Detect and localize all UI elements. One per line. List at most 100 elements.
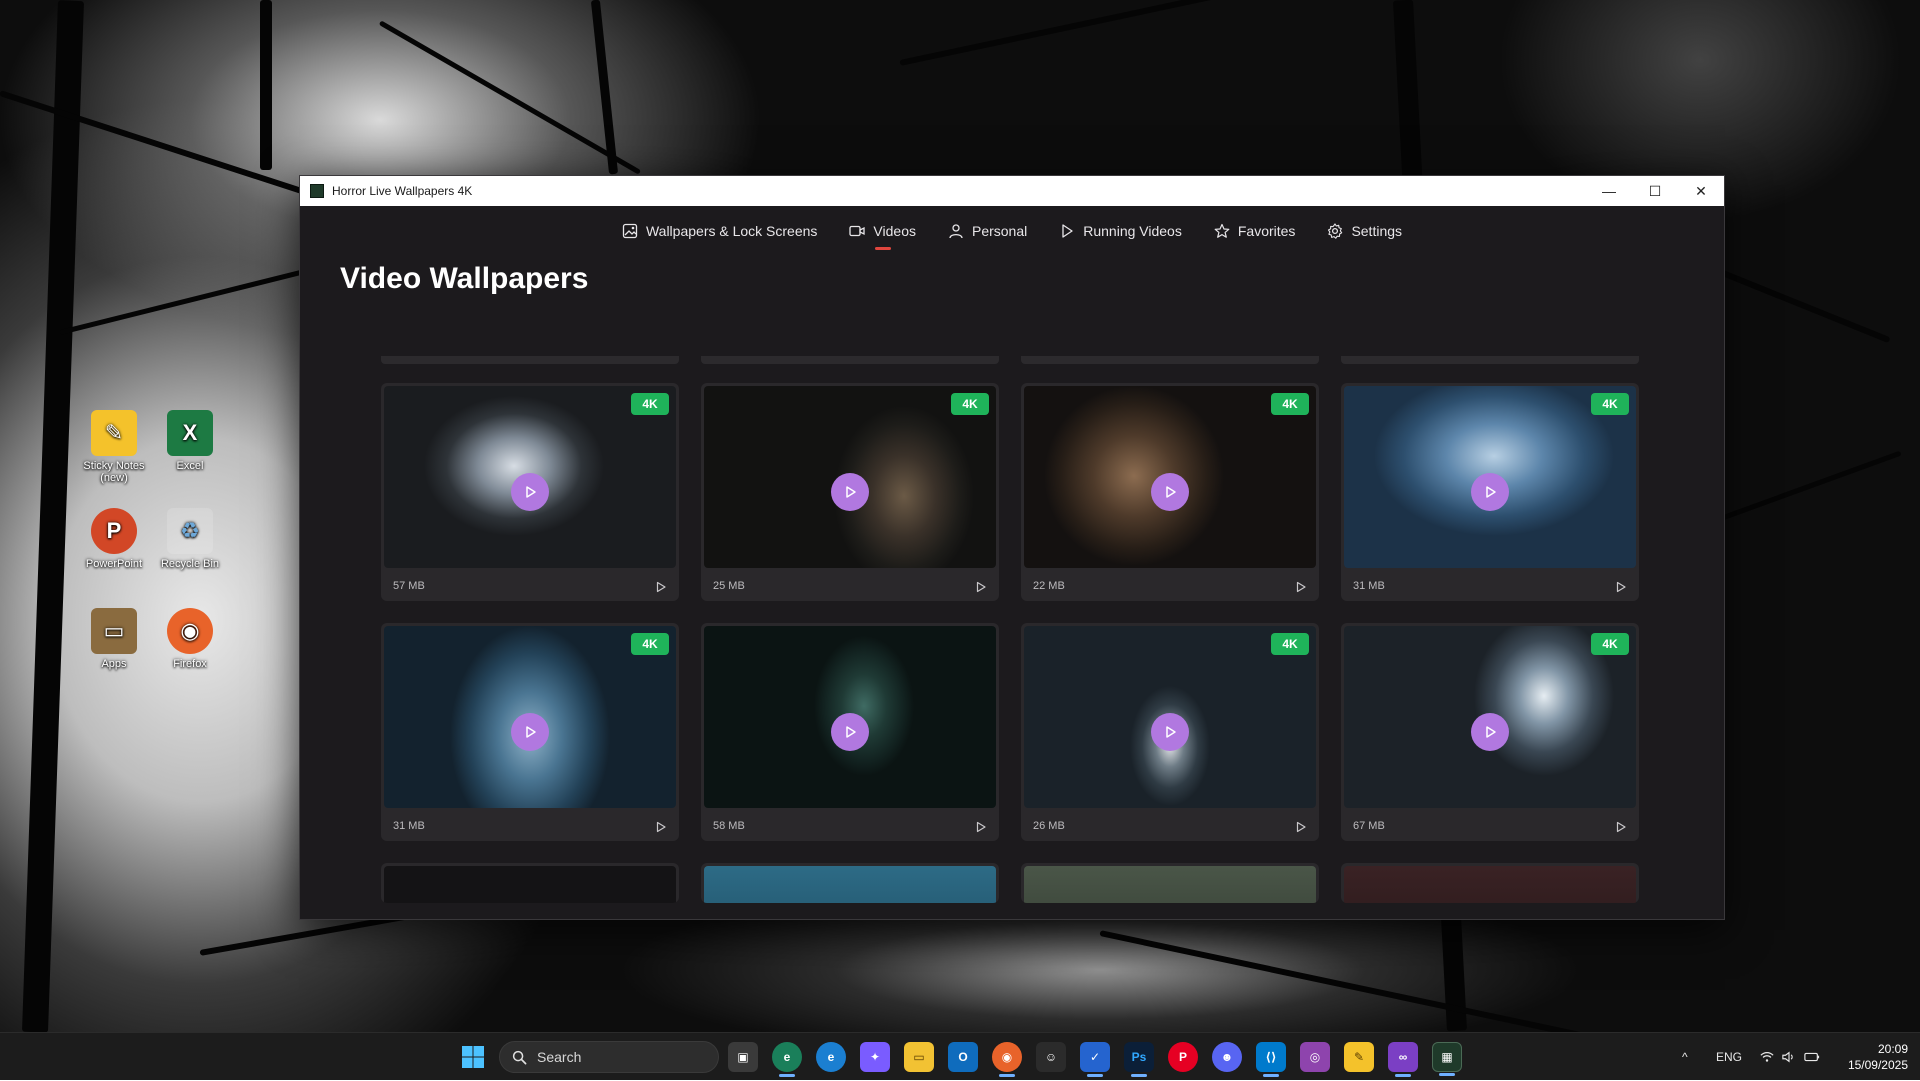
taskbar-sticky-notes[interactable]: ✎ xyxy=(1344,1042,1374,1072)
taskbar-pinterest[interactable]: P xyxy=(1168,1042,1198,1072)
desktop-icon-excel[interactable]: X Excel xyxy=(152,410,228,472)
play-button[interactable] xyxy=(1151,473,1189,511)
taskbar-search[interactable]: Search xyxy=(499,1041,719,1073)
windows-start-icon[interactable] xyxy=(461,1045,485,1069)
card-partial xyxy=(701,356,999,364)
folder-icon: ▭ xyxy=(91,608,137,654)
battery-icon xyxy=(1804,1052,1820,1062)
nav-settings[interactable]: Settings xyxy=(1327,206,1402,256)
card-partial xyxy=(381,356,679,364)
file-size: 25 MB xyxy=(713,580,745,592)
page-title: Video Wallpapers xyxy=(340,262,589,295)
play-icon[interactable] xyxy=(1615,821,1627,833)
video-card[interactable]: 58 MB xyxy=(701,623,999,841)
play-button[interactable] xyxy=(511,473,549,511)
video-card[interactable]: 4K 57 MB xyxy=(381,383,679,601)
file-size: 22 MB xyxy=(1033,580,1065,592)
play-icon[interactable] xyxy=(655,581,667,593)
nav-videos[interactable]: Videos xyxy=(849,206,916,256)
tree-branch xyxy=(260,0,272,170)
desktop-icon-apps[interactable]: ▭ Apps xyxy=(76,608,152,670)
play-icon[interactable] xyxy=(655,821,667,833)
card-partial xyxy=(1021,356,1319,364)
nav-label: Personal xyxy=(971,223,1028,239)
file-size: 67 MB xyxy=(1353,820,1385,832)
taskbar-app-mask[interactable]: ☺ xyxy=(1036,1042,1066,1072)
nav-label: Settings xyxy=(1351,223,1403,239)
maximize-button[interactable]: ☐ xyxy=(1632,176,1678,206)
play-icon[interactable] xyxy=(975,581,987,593)
video-card[interactable]: 4K 22 MB xyxy=(1021,383,1319,601)
play-button[interactable] xyxy=(511,713,549,751)
desktop-icon-powerpoint[interactable]: P PowerPoint xyxy=(76,508,152,570)
taskbar-outlook[interactable]: O xyxy=(948,1042,978,1072)
play-icon[interactable] xyxy=(1615,581,1627,593)
desktop-icon-label: PowerPoint xyxy=(85,558,143,570)
language-indicator[interactable]: ENG xyxy=(1716,1033,1742,1081)
video-thumbnail[interactable] xyxy=(1024,866,1316,903)
nav-running-videos[interactable]: Running Videos xyxy=(1059,206,1182,256)
clock-time: 20:09 xyxy=(1877,1042,1908,1056)
video-card-partial[interactable] xyxy=(1341,863,1639,903)
video-card-partial[interactable] xyxy=(1021,863,1319,903)
play-icon xyxy=(1062,224,1073,238)
taskbar: Search ▣ e e ✦ ▭ O ◉ ☺ ✓ Ps P ☻ ⟨⟩ ◎ ✎ ∞… xyxy=(0,1032,1920,1080)
app-window: Horror Live Wallpapers 4K — ☐ ✕ Wallpape… xyxy=(299,175,1725,920)
title-bar[interactable]: Horror Live Wallpapers 4K — ☐ ✕ xyxy=(300,176,1724,206)
window-title: Horror Live Wallpapers 4K xyxy=(332,184,473,198)
nav-wallpapers-lock-screens[interactable]: Wallpapers & Lock Screens xyxy=(622,206,817,256)
video-card[interactable]: 4K 26 MB xyxy=(1021,623,1319,841)
desktop-icon-label: Recycle Bin xyxy=(160,558,220,570)
video-card-partial[interactable] xyxy=(701,863,999,903)
taskbar-vscode[interactable]: ⟨⟩ xyxy=(1256,1042,1286,1077)
wifi-icon xyxy=(1760,1052,1774,1062)
system-tray-icons[interactable] xyxy=(1760,1033,1820,1081)
taskbar-task-view[interactable]: ▣ xyxy=(728,1042,758,1072)
excel-icon: X xyxy=(167,410,213,456)
nav-personal[interactable]: Personal xyxy=(948,206,1027,256)
tray-overflow-chevron[interactable]: ^ xyxy=(1682,1033,1688,1081)
minimize-button[interactable]: — xyxy=(1586,176,1632,206)
quality-badge: 4K xyxy=(1591,393,1629,415)
play-icon[interactable] xyxy=(975,821,987,833)
top-navigation: Wallpapers & Lock Screens Videos Persona… xyxy=(300,206,1724,256)
powerpoint-icon: P xyxy=(91,508,137,554)
play-button[interactable] xyxy=(1151,713,1189,751)
taskbar-discord[interactable]: ☻ xyxy=(1212,1042,1242,1072)
play-icon[interactable] xyxy=(1295,821,1307,833)
video-card[interactable]: 4K 67 MB xyxy=(1341,623,1639,841)
video-card[interactable]: 4K 31 MB xyxy=(1341,383,1639,601)
taskbar-edge-dev[interactable]: e xyxy=(772,1042,802,1077)
taskbar-firefox[interactable]: ◉ xyxy=(992,1042,1022,1077)
desktop-icon-recycle-bin[interactable]: ♻ Recycle Bin xyxy=(152,508,228,570)
play-icon[interactable] xyxy=(1295,581,1307,593)
video-card[interactable]: 4K 31 MB xyxy=(381,623,679,841)
video-thumbnail[interactable] xyxy=(704,866,996,903)
video-card-partial[interactable] xyxy=(381,863,679,903)
play-button[interactable] xyxy=(1471,713,1509,751)
taskbar-horror-wallpapers[interactable]: ▦ xyxy=(1432,1042,1462,1076)
taskbar-file-explorer[interactable]: ▭ xyxy=(904,1042,934,1072)
play-button[interactable] xyxy=(831,473,869,511)
taskbar-photoshop[interactable]: Ps xyxy=(1124,1042,1154,1077)
desktop-icon-sticky-notes[interactable]: ✎ Sticky Notes (new) xyxy=(76,410,152,484)
desktop-icon-firefox[interactable]: ◉ Firefox xyxy=(152,608,228,670)
taskbar-app-camera[interactable]: ◎ xyxy=(1300,1042,1330,1072)
taskbar-visual-studio[interactable]: ∞ xyxy=(1388,1042,1418,1077)
video-thumbnail[interactable] xyxy=(384,866,676,903)
video-thumbnail[interactable] xyxy=(1344,866,1636,903)
play-icon xyxy=(846,486,856,498)
close-button[interactable]: ✕ xyxy=(1678,176,1724,206)
play-button[interactable] xyxy=(1471,473,1509,511)
nav-favorites[interactable]: Favorites xyxy=(1214,206,1296,256)
system-clock[interactable]: 20:09 15/09/2025 xyxy=(1848,1041,1908,1073)
nav-label: Favorites xyxy=(1237,223,1296,239)
taskbar-todo[interactable]: ✓ xyxy=(1080,1042,1110,1077)
quality-badge: 4K xyxy=(1271,633,1309,655)
play-icon xyxy=(1166,726,1176,738)
taskbar-copilot[interactable]: ✦ xyxy=(860,1042,890,1072)
video-card[interactable]: 4K 25 MB xyxy=(701,383,999,601)
play-button[interactable] xyxy=(831,713,869,751)
firefox-icon: ◉ xyxy=(167,608,213,654)
taskbar-edge[interactable]: e xyxy=(816,1042,846,1072)
